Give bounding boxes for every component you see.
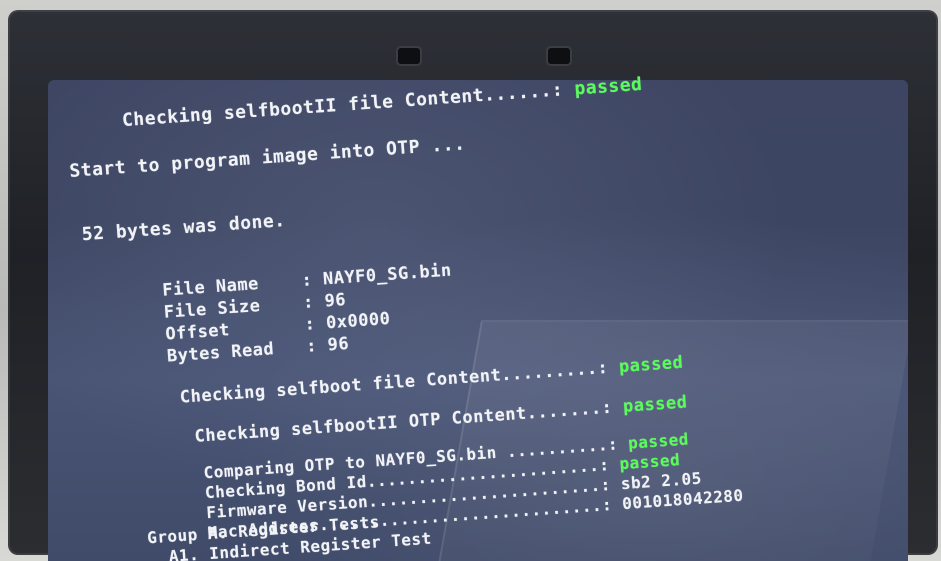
line-label: Checking selfbootII file Content......: [121,78,576,132]
webcam-icon [398,48,420,64]
mac-address-value: 001018042280 [621,485,745,514]
bytes-read-value: : 96 [305,333,350,357]
terminal-output: Checking selfbootII file Content......: … [52,37,902,561]
line-bytes-done: 52 bytes was done. [81,210,287,246]
photo: Checking selfbootII file Content......: … [0,0,941,561]
status-passed: passed [573,73,644,100]
